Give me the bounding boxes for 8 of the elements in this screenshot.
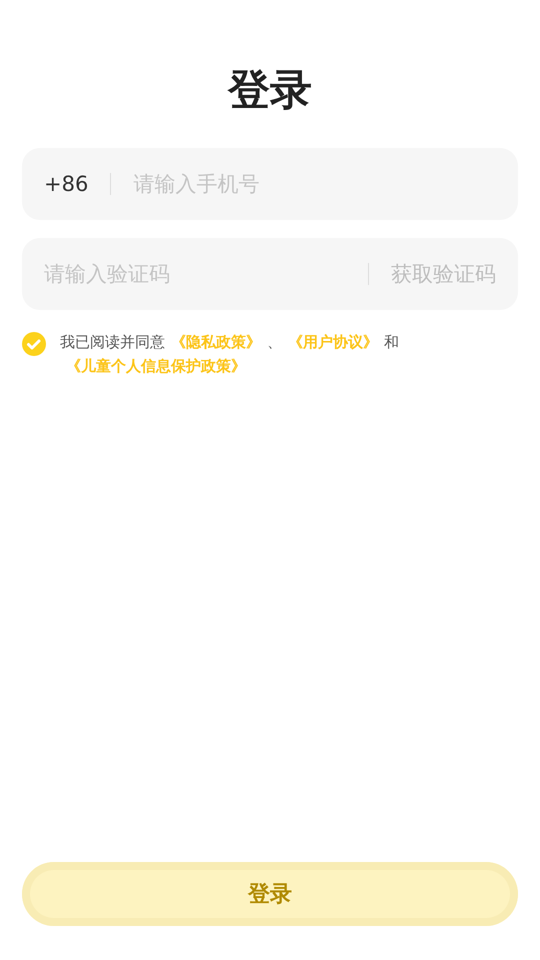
policy-link[interactable]: 《隐私政策》 (171, 333, 261, 351)
policy-link[interactable]: 《儿童个人信息保护政策》 (66, 357, 246, 375)
checkbox[interactable] (22, 332, 46, 356)
policy-link[interactable]: 《用户协议》 (288, 333, 378, 351)
get-code-button[interactable]: 获取验证码 (391, 260, 496, 288)
agreement-text: 我已阅读并同意 《隐私政策》 、 《用户协议》 和 《儿童个人信息保护政策》 (60, 332, 400, 377)
page-title: 登录 (226, 64, 313, 116)
country-code[interactable]: +86 (44, 172, 88, 196)
